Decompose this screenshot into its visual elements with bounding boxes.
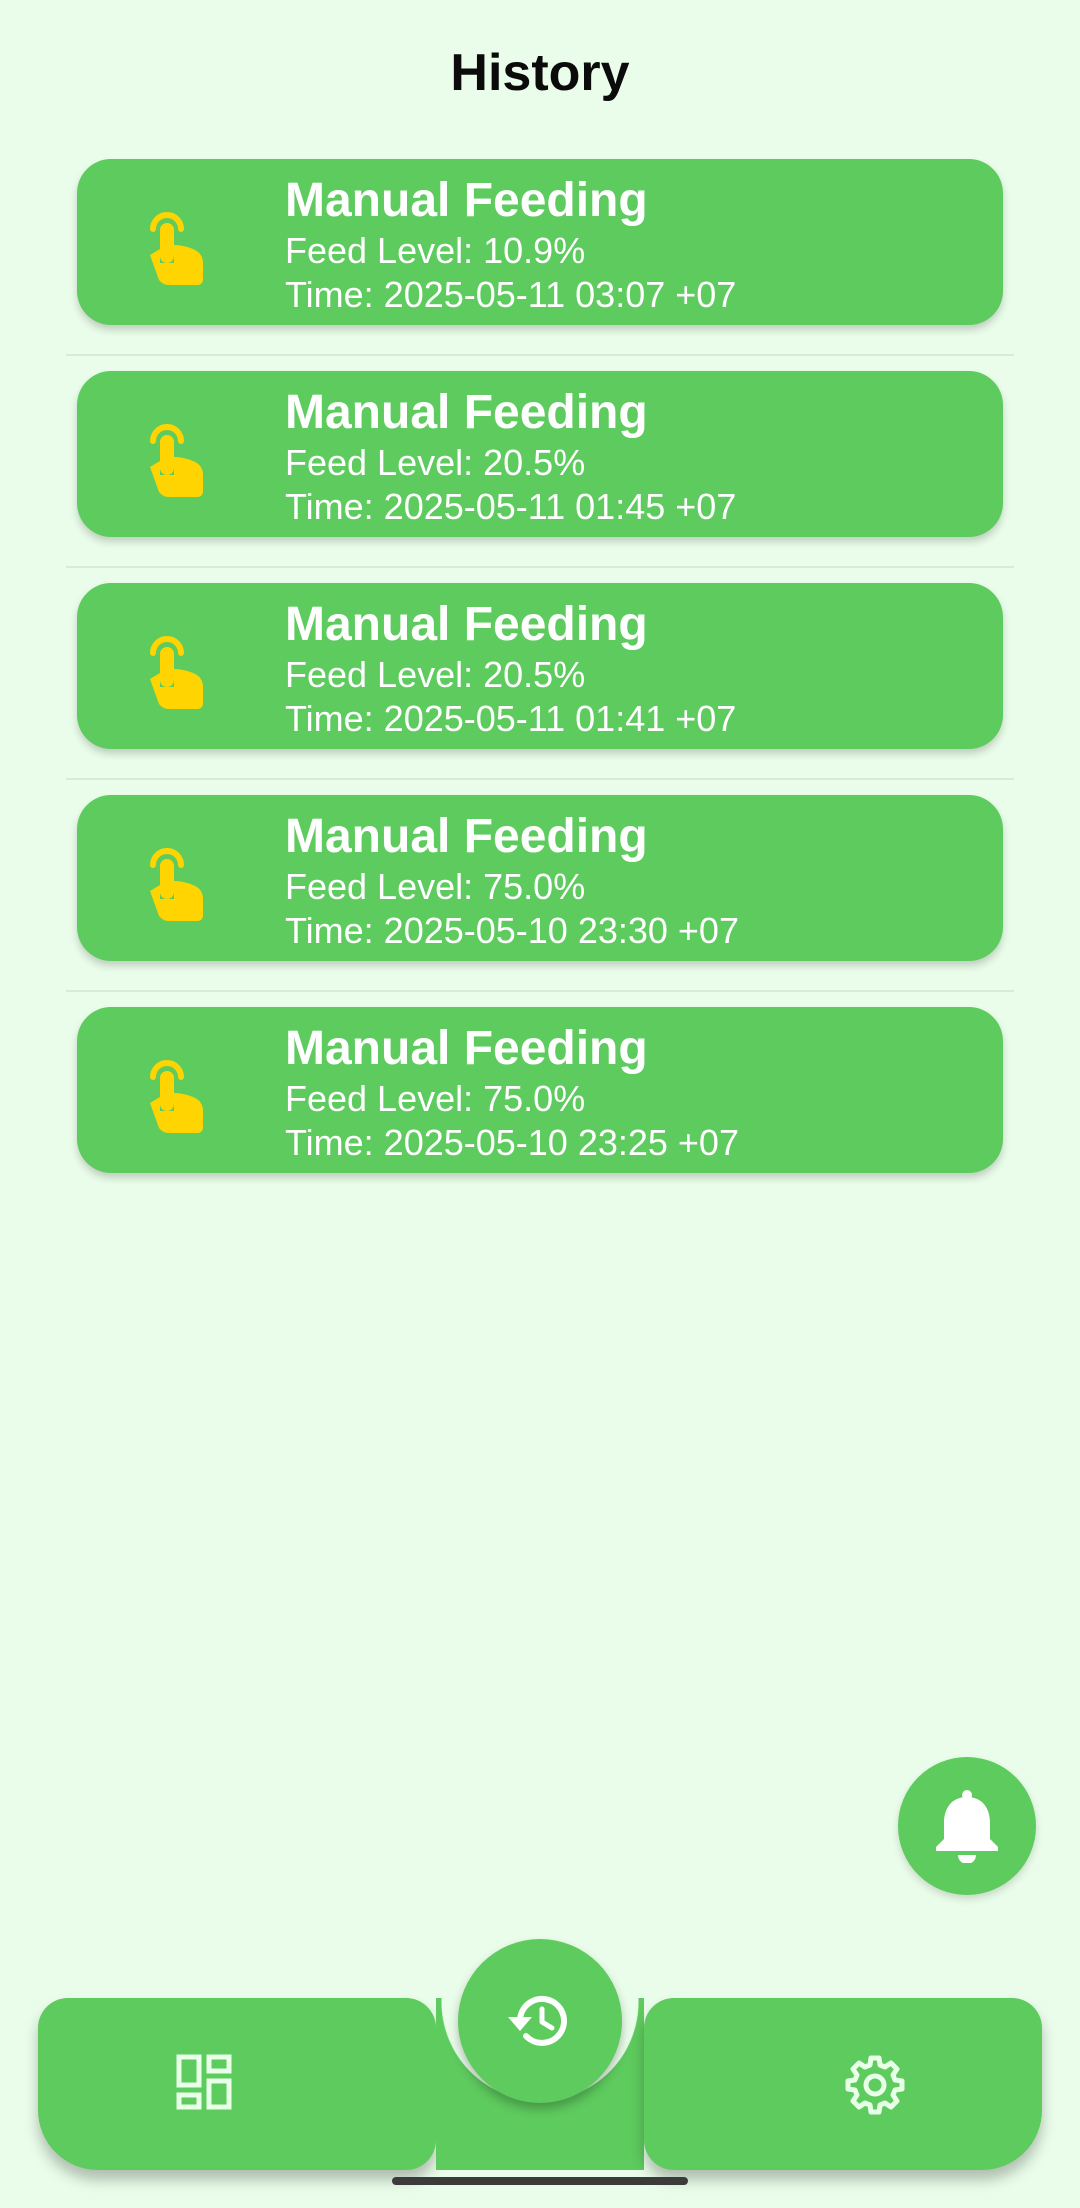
item-time: Time: 2025-05-10 23:30 +07 <box>285 910 739 951</box>
item-feed-level: Feed Level: 75.0% <box>285 866 586 907</box>
history-card[interactable]: Manual Feeding Feed Level: 20.5% Time: 2… <box>77 371 1003 537</box>
history-item[interactable]: Manual Feeding Feed Level: 20.5% Time: 2… <box>66 568 1014 780</box>
dashboard-icon[interactable] <box>176 2054 232 2110</box>
history-card[interactable]: Manual Feeding Feed Level: 10.9% Time: 2… <box>77 159 1003 325</box>
item-title: Manual Feeding <box>285 1022 648 1075</box>
bottom-nav-right <box>644 1998 1042 2170</box>
gear-icon[interactable] <box>844 2054 906 2116</box>
history-card[interactable]: Manual Feeding Feed Level: 75.0% Time: 2… <box>77 795 1003 961</box>
item-title: Manual Feeding <box>285 598 648 651</box>
hand-pointer-icon <box>150 848 203 921</box>
history-list: Manual Feeding Feed Level: 10.9% Time: 2… <box>66 144 1014 1204</box>
bottom-nav-left <box>38 1998 436 2170</box>
hand-pointer-icon <box>150 636 203 709</box>
hand-pointer-icon <box>150 424 203 497</box>
item-title: Manual Feeding <box>285 810 648 863</box>
history-nav-button[interactable] <box>458 1939 622 2103</box>
item-time: Time: 2025-05-11 03:07 +07 <box>285 274 737 315</box>
history-item[interactable]: Manual Feeding Feed Level: 75.0% Time: 2… <box>66 992 1014 1204</box>
item-feed-level: Feed Level: 20.5% <box>285 654 586 695</box>
hand-pointer-icon <box>150 212 203 285</box>
history-item[interactable]: Manual Feeding Feed Level: 75.0% Time: 2… <box>66 780 1014 992</box>
notification-button[interactable] <box>898 1757 1036 1895</box>
item-time: Time: 2025-05-11 01:45 +07 <box>285 486 737 527</box>
history-icon <box>508 1995 567 2046</box>
history-item[interactable]: Manual Feeding Feed Level: 10.9% Time: 2… <box>66 144 1014 356</box>
history-card[interactable]: Manual Feeding Feed Level: 75.0% Time: 2… <box>77 1007 1003 1173</box>
item-feed-level: Feed Level: 75.0% <box>285 1078 586 1119</box>
item-feed-level: Feed Level: 10.9% <box>285 230 586 271</box>
home-indicator[interactable] <box>392 2177 688 2185</box>
item-title: Manual Feeding <box>285 386 648 439</box>
item-time: Time: 2025-05-11 01:41 +07 <box>285 698 737 739</box>
history-item[interactable]: Manual Feeding Feed Level: 20.5% Time: 2… <box>66 356 1014 568</box>
bell-icon <box>936 1790 998 1863</box>
history-card[interactable]: Manual Feeding Feed Level: 20.5% Time: 2… <box>77 583 1003 749</box>
hand-pointer-icon <box>150 1060 203 1133</box>
page-title: History <box>450 44 630 102</box>
item-title: Manual Feeding <box>285 174 648 227</box>
item-feed-level: Feed Level: 20.5% <box>285 442 586 483</box>
item-time: Time: 2025-05-10 23:25 +07 <box>285 1122 739 1163</box>
